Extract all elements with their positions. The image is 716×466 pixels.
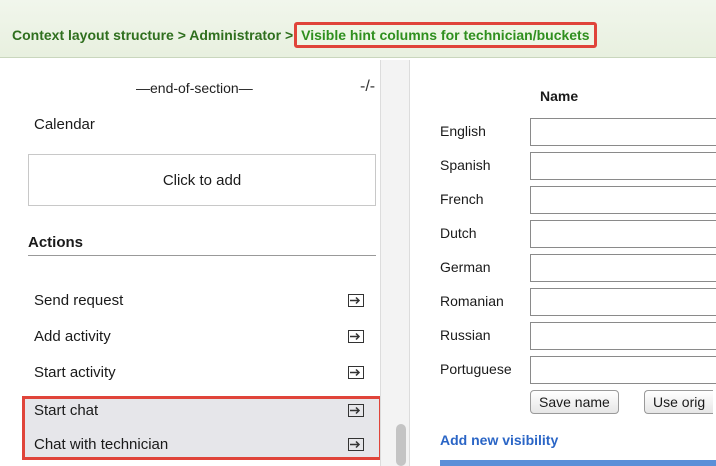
panel-divider[interactable]	[380, 60, 410, 466]
language-row-portuguese: Portuguese	[440, 354, 716, 384]
language-label: Portuguese	[440, 361, 512, 377]
click-to-add-label: Click to add	[162, 171, 242, 189]
name-input-english[interactable]	[530, 118, 716, 146]
name-column-header: Name	[540, 88, 579, 104]
language-row-spanish: Spanish	[440, 150, 716, 180]
scrollbar-thumb[interactable]	[396, 424, 406, 466]
name-input-french[interactable]	[530, 186, 716, 214]
action-start-activity[interactable]: Start activity	[28, 356, 378, 388]
language-label: German	[440, 259, 491, 275]
language-label: French	[440, 191, 484, 207]
breadcrumb-item-administrator[interactable]: Administrator	[189, 27, 281, 43]
action-send-request[interactable]: Send request	[28, 284, 378, 316]
breadcrumb: Context layout structure > Administrator…	[12, 22, 597, 48]
language-row-english: English	[440, 116, 716, 146]
language-label: Romanian	[440, 293, 504, 309]
name-input-spanish[interactable]	[530, 152, 716, 180]
language-label: Russian	[440, 327, 491, 343]
add-to-right-icon[interactable]	[348, 437, 364, 451]
add-to-right-icon[interactable]	[348, 403, 364, 417]
language-row-german: German	[440, 252, 716, 282]
language-row-french: French	[440, 184, 716, 214]
language-label: Spanish	[440, 157, 491, 173]
actions-header: Actions	[28, 234, 376, 256]
save-name-button[interactable]: Save name	[530, 390, 619, 414]
visibility-table-header	[440, 460, 716, 466]
add-new-visibility-link[interactable]: Add new visibility	[440, 432, 558, 448]
language-row-russian: Russian	[440, 320, 716, 350]
add-to-right-icon[interactable]	[348, 365, 364, 379]
action-chat-with-technician[interactable]: Chat with technician	[28, 428, 378, 460]
use-original-button[interactable]: Use orig	[644, 390, 714, 414]
name-input-romanian[interactable]	[530, 288, 716, 316]
collapse-section-icon[interactable]: -/-	[360, 78, 375, 96]
breadcrumb-item-context-layout[interactable]: Context layout structure	[12, 27, 174, 43]
action-label: Chat with technician	[34, 435, 169, 453]
add-to-right-icon[interactable]	[348, 329, 364, 343]
action-label: Add activity	[34, 327, 111, 345]
action-add-activity[interactable]: Add activity	[28, 320, 378, 352]
action-label: Send request	[34, 291, 124, 309]
click-to-add-box[interactable]: Click to add	[28, 154, 376, 206]
action-start-chat[interactable]: Start chat	[28, 394, 378, 426]
name-input-dutch[interactable]	[530, 220, 716, 248]
action-label: Start chat	[34, 401, 99, 419]
language-label: English	[440, 123, 486, 139]
add-to-right-icon[interactable]	[348, 293, 364, 307]
language-label: Dutch	[440, 225, 477, 241]
calendar-label: Calendar	[34, 116, 95, 133]
name-input-german[interactable]	[530, 254, 716, 282]
action-label: Start activity	[34, 363, 116, 381]
end-of-section-label: —end-of-section—	[136, 80, 253, 96]
name-input-portuguese[interactable]	[530, 356, 716, 384]
language-row-romanian: Romanian	[440, 286, 716, 316]
breadcrumb-separator: >	[177, 27, 186, 43]
name-input-russian[interactable]	[530, 322, 716, 350]
breadcrumb-bar: Context layout structure > Administrator…	[0, 0, 716, 58]
breadcrumb-current: Visible hint columns for technician/buck…	[294, 22, 597, 48]
language-row-dutch: Dutch	[440, 218, 716, 248]
breadcrumb-separator: >	[284, 27, 294, 43]
